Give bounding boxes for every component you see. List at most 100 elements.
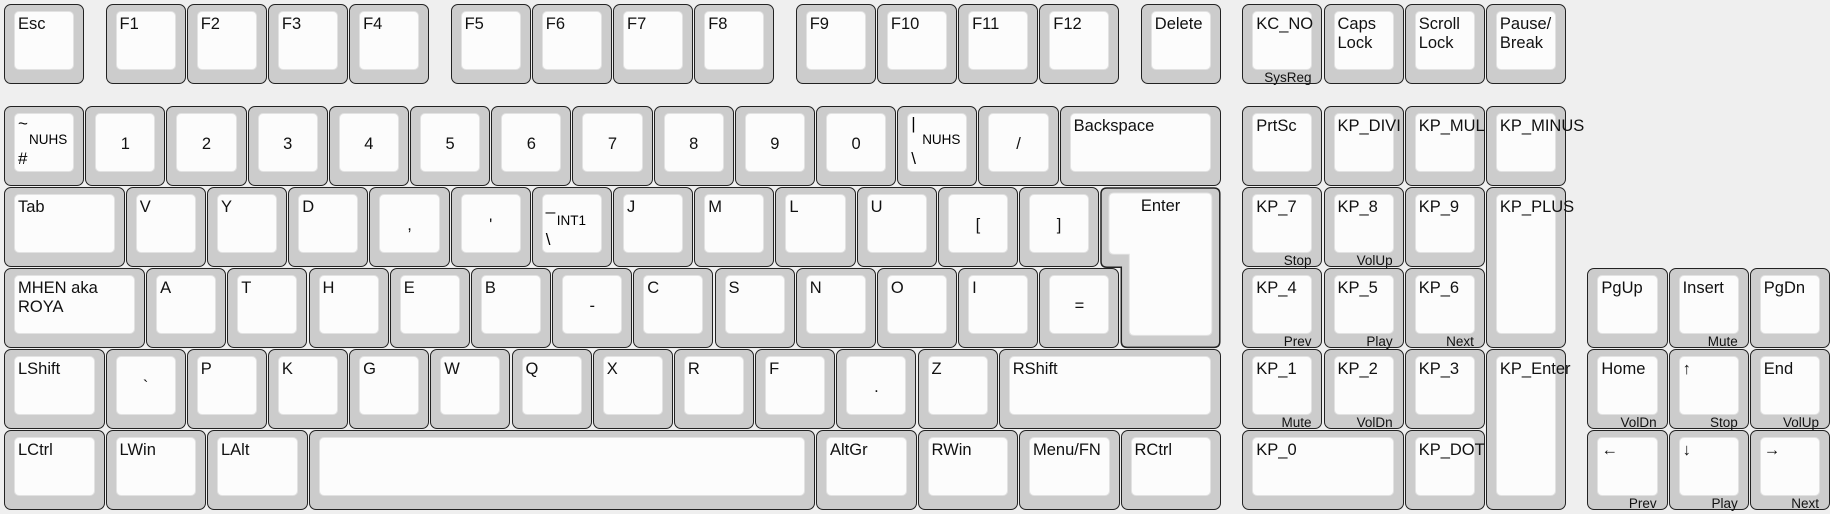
key-caps-lock[interactable]: Caps Lock (1323, 4, 1404, 85)
key-w[interactable]: W (430, 349, 511, 430)
key-insert[interactable]: Insert Mute (1668, 267, 1749, 349)
key-blank[interactable]: → Next (1749, 430, 1830, 511)
key-k[interactable]: K (267, 349, 349, 430)
key-backspace[interactable]: Backspace (1059, 105, 1221, 186)
key-prtsc[interactable]: PrtSc (1242, 105, 1323, 186)
key-kp-6[interactable]: KP_6 Next (1404, 267, 1485, 349)
key-kp-minus[interactable]: KP_MINUS (1485, 105, 1584, 186)
key-y[interactable]: Y (207, 186, 288, 267)
key-1[interactable]: 1 (85, 105, 166, 186)
key-f10[interactable]: F10 (876, 4, 958, 85)
key-4[interactable]: 4 (328, 105, 409, 186)
key-scroll-lock[interactable]: Scroll Lock (1404, 4, 1485, 85)
key-t[interactable]: T (227, 267, 308, 349)
key-blank[interactable]: - (552, 267, 633, 349)
key-n[interactable]: N (795, 267, 876, 349)
key-kp-1[interactable]: KP_1 Mute (1242, 349, 1323, 430)
key-j[interactable]: J (613, 186, 694, 267)
key-pgup[interactable]: PgUp (1587, 267, 1668, 349)
key-altgr[interactable]: AltGr (816, 430, 917, 511)
key-blank[interactable]: = (1039, 267, 1120, 349)
key-kp-7[interactable]: KP_7 Stop (1242, 186, 1323, 268)
key-blank[interactable]: . (836, 349, 917, 430)
key-kp-8[interactable]: KP_8 VolUp (1323, 186, 1404, 268)
key-o[interactable]: O (876, 267, 958, 349)
key-blank[interactable]: ← Prev (1587, 430, 1668, 511)
key-f3[interactable]: F3 (267, 4, 349, 85)
key-kp-enter[interactable]: KP_Enter (1485, 349, 1571, 511)
key-blank[interactable]: [ (937, 186, 1018, 267)
key-end[interactable]: End VolUp (1749, 349, 1830, 430)
key-m[interactable]: M (694, 186, 775, 267)
key-a[interactable]: A (146, 267, 227, 349)
key-mhen-aka-roya[interactable]: MHEN aka ROYA (4, 267, 146, 349)
key-blank[interactable]: ↑ Stop (1668, 349, 1749, 430)
key-b[interactable]: B (470, 267, 552, 349)
key-f6[interactable]: F6 (531, 4, 612, 85)
key-pause-break[interactable]: Pause/ Break (1485, 4, 1567, 85)
key-7[interactable]: 7 (572, 105, 653, 186)
key-kp-9[interactable]: KP_9 (1404, 186, 1485, 267)
key-blank[interactable]: ` (105, 349, 186, 430)
key-x[interactable]: X (592, 349, 673, 430)
key-f4[interactable]: F4 (349, 4, 430, 85)
key-u[interactable]: U (856, 186, 937, 267)
key-9[interactable]: 9 (734, 105, 815, 186)
key-8[interactable]: 8 (653, 105, 734, 186)
key-r[interactable]: R (673, 349, 755, 430)
key-q[interactable]: Q (511, 349, 592, 430)
key-6[interactable]: 6 (491, 105, 572, 186)
key-i[interactable]: I (958, 267, 1039, 349)
key-kp-divi[interactable]: KP_DIVI (1323, 105, 1404, 186)
key-nuhs[interactable]: | NUHS \ (897, 105, 978, 186)
key-kp-dot[interactable]: KP_DOT (1404, 430, 1485, 511)
key-kp-4[interactable]: KP_4 Prev (1242, 267, 1323, 349)
key-rctrl[interactable]: RCtrl (1120, 430, 1221, 511)
key-blank[interactable]: ' (450, 186, 531, 267)
key-rshift[interactable]: RShift (998, 349, 1221, 430)
key-blank[interactable]: ] (1019, 186, 1100, 267)
key-f[interactable]: F (755, 349, 836, 430)
key-nuhs[interactable]: ~ NUHS # (4, 105, 85, 186)
key-kp-plus[interactable]: KP_PLUS (1485, 186, 1574, 349)
key-rwin[interactable]: RWin (917, 430, 1018, 511)
key-l[interactable]: L (775, 186, 856, 267)
key-2[interactable]: 2 (166, 105, 247, 186)
key-blank[interactable]: , (369, 186, 450, 267)
spacebar[interactable] (308, 430, 815, 511)
key-f2[interactable]: F2 (186, 4, 267, 85)
key-e[interactable]: E (389, 267, 470, 349)
key-tab[interactable]: Tab (4, 186, 125, 267)
key-0[interactable]: 0 (816, 105, 897, 186)
key-blank[interactable]: ↓ Play (1668, 430, 1749, 511)
key-c[interactable]: C (633, 267, 714, 349)
key-f7[interactable]: F7 (613, 4, 694, 85)
key-lalt[interactable]: LAlt (207, 430, 308, 511)
key-home[interactable]: Home VolDn (1587, 349, 1668, 430)
key-kp-5[interactable]: KP_5 Play (1323, 267, 1404, 349)
key-kp-mul[interactable]: KP_MUL (1404, 105, 1485, 186)
key-z[interactable]: Z (917, 349, 998, 430)
key-f5[interactable]: F5 (450, 4, 531, 85)
key-kp-2[interactable]: KP_2 VolDn (1323, 349, 1404, 430)
key-delete[interactable]: Delete (1140, 4, 1221, 85)
key-f11[interactable]: F11 (958, 4, 1039, 85)
key-kp-3[interactable]: KP_3 (1404, 349, 1485, 430)
key-menu-fn[interactable]: Menu/FN (1019, 430, 1120, 511)
key-v[interactable]: V (125, 186, 206, 267)
key-3[interactable]: 3 (247, 105, 328, 186)
key-esc[interactable]: Esc (4, 4, 85, 85)
key-int1[interactable]: _ INT1 \ (531, 186, 612, 267)
key-h[interactable]: H (308, 267, 389, 349)
key-p[interactable]: P (186, 349, 267, 430)
key-d[interactable]: D (288, 186, 369, 267)
key-lwin[interactable]: LWin (105, 430, 206, 511)
key-f1[interactable]: F1 (105, 4, 186, 85)
key-pgdn[interactable]: PgDn (1749, 267, 1830, 349)
key-5[interactable]: 5 (410, 105, 491, 186)
key-kp-0[interactable]: KP_0 (1242, 430, 1404, 511)
key-s[interactable]: S (714, 267, 795, 349)
key-lctrl[interactable]: LCtrl (4, 430, 105, 511)
key-f8[interactable]: F8 (694, 4, 775, 85)
key-lshift[interactable]: LShift (4, 349, 105, 430)
